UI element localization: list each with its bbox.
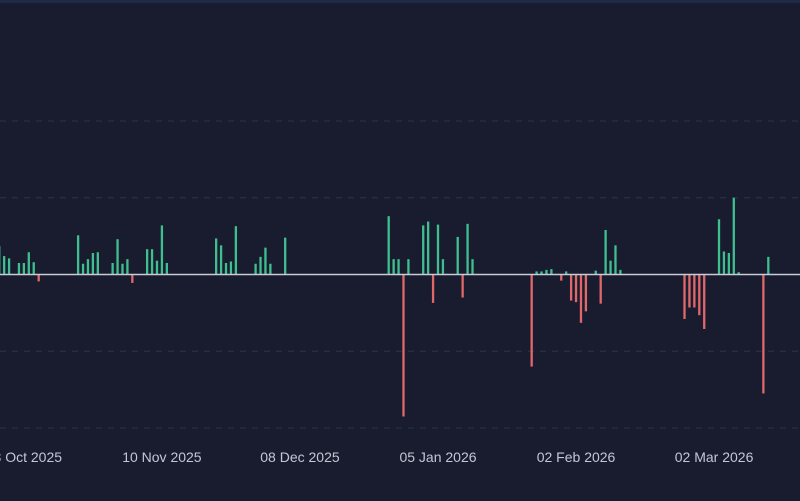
bar-positive (116, 239, 119, 275)
bar-positive (229, 261, 233, 275)
bar-positive (234, 226, 238, 275)
bar-positive (397, 259, 400, 275)
bar-negative (762, 274, 765, 394)
bar-negative (402, 274, 405, 417)
bar-negative (579, 274, 583, 323)
bar-positive (269, 263, 272, 275)
bar-chart: 13 Oct 2025 10 Nov 2025 08 Dec 2025 05 Jan … (0, 120, 800, 465)
bars (0, 197, 770, 417)
bar-positive (767, 256, 770, 275)
bar-negative (698, 274, 701, 316)
x-tick-label: 10 Nov 2025 (122, 449, 202, 465)
bar-negative (560, 274, 563, 281)
bar-negative (461, 274, 464, 298)
bar-positive (466, 223, 469, 275)
bar-negative (530, 274, 533, 367)
bar-negative (574, 274, 578, 303)
bar-positive (436, 224, 440, 275)
bar-positive (121, 263, 124, 275)
bar-positive (284, 237, 287, 275)
bar-positive (3, 256, 6, 275)
bar-negative (431, 274, 435, 303)
bar-positive (215, 238, 218, 275)
bar-positive (456, 236, 459, 275)
bar-positive (426, 221, 430, 275)
bar-negative (693, 274, 696, 308)
bar-positive (224, 262, 228, 275)
bar-positive (32, 262, 35, 275)
bar-positive (550, 269, 553, 275)
x-tick-label: 08 Dec 2025 (260, 449, 340, 465)
bar-negative (683, 274, 686, 320)
bar-positive (259, 256, 262, 275)
bar-positive (732, 197, 735, 275)
bar-positive (86, 259, 90, 275)
bar-positive (392, 259, 395, 275)
x-tick-label: 13 Oct 2025 (0, 449, 62, 465)
bar-positive (422, 225, 425, 275)
bar-positive (727, 253, 731, 275)
bar-positive (27, 252, 30, 275)
bar-negative (688, 274, 691, 308)
bar-positive (387, 216, 390, 275)
bar-positive (604, 229, 607, 275)
chart-container: 13 Oct 2025 10 Nov 2025 08 Dec 2025 05 Jan … (0, 0, 800, 501)
bar-negative (599, 274, 602, 304)
bar-positive (609, 260, 612, 275)
bar-positive (441, 259, 445, 275)
bar-positive (407, 259, 410, 275)
bar-positive (81, 263, 85, 275)
bar-negative (703, 274, 706, 329)
x-tick-label: 02 Feb 2026 (537, 449, 616, 465)
bar-positive (471, 259, 474, 275)
bar-positive (145, 249, 149, 275)
x-tick-label: 05 Jan 2026 (399, 449, 476, 465)
bar-positive (17, 262, 21, 275)
bar-negative (37, 274, 40, 282)
bar-positive (91, 253, 95, 275)
bar-positive (254, 263, 257, 275)
x-axis-ticks: 13 Oct 2025 10 Nov 2025 08 Dec 2025 05 Jan … (0, 449, 754, 465)
bar-positive (150, 249, 154, 275)
bar-positive (155, 260, 159, 275)
bar-positive (111, 262, 114, 275)
bar-positive (7, 258, 11, 275)
bar-positive (76, 235, 80, 275)
bar-negative (584, 274, 588, 312)
bar-positive (722, 251, 726, 275)
bar-positive (22, 262, 26, 275)
bar-positive (126, 259, 129, 275)
x-tick-label: 02 Mar 2026 (675, 449, 754, 465)
bar-positive (219, 245, 223, 275)
bar-negative (569, 274, 573, 301)
bar-positive (96, 252, 99, 275)
bar-positive (264, 247, 267, 275)
bar-positive (717, 219, 721, 275)
bar-positive (160, 225, 164, 275)
bar-negative (131, 274, 134, 283)
bar-positive (165, 262, 168, 275)
bar-positive (614, 245, 617, 275)
